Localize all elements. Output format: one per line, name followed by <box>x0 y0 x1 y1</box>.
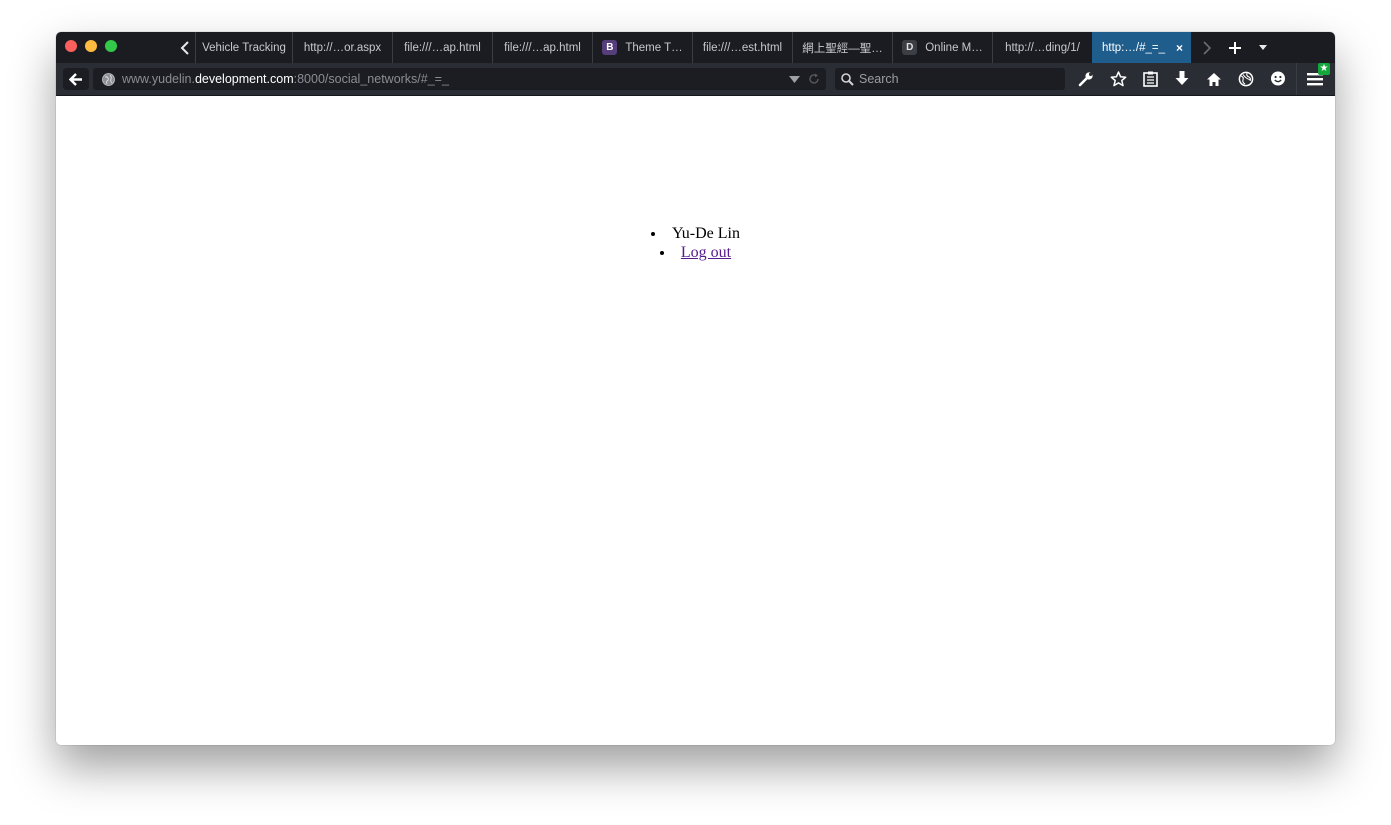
downloads-icon[interactable] <box>1166 63 1198 95</box>
navigation-toolbar: www.yudelin.development.com:8000/social_… <box>56 63 1335 96</box>
search-input[interactable] <box>859 72 1054 86</box>
logout-link[interactable]: Log out <box>681 244 731 261</box>
url-history-dropdown-icon[interactable] <box>789 75 800 83</box>
browser-window: Vehicle Tracking http://…or.aspx file://… <box>56 32 1335 745</box>
back-arrow-icon <box>69 72 82 86</box>
tab-online[interactable]: D Online M… <box>892 32 992 63</box>
bookmark-star-icon[interactable] <box>1102 63 1134 95</box>
tab-file-map-1[interactable]: file:///…ap.html <box>392 32 492 63</box>
tab-vehicle-tracking[interactable]: Vehicle Tracking <box>195 32 292 63</box>
url-host: development.com <box>194 72 294 86</box>
search-bar[interactable] <box>835 68 1065 90</box>
close-window-button[interactable] <box>65 40 77 52</box>
page-content: Yu-De Lin Log out <box>56 96 1335 745</box>
d-favicon-icon: D <box>902 40 918 55</box>
user-menu-list: Yu-De Lin Log out <box>56 224 1335 262</box>
tab-label: file:///…est.html <box>702 41 783 54</box>
username-text: Yu-De Lin <box>672 225 740 242</box>
tab-label: file:///…ap.html <box>404 41 481 54</box>
tab-list: Vehicle Tracking http://…or.aspx file://… <box>195 32 1191 63</box>
tab-list-dropdown-icon[interactable] <box>1249 32 1277 63</box>
tab-file-test[interactable]: file:///…est.html <box>692 32 792 63</box>
tab-bible[interactable]: 網上聖經—聖… <box>792 32 892 63</box>
tab-file-map-2[interactable]: file:///…ap.html <box>492 32 592 63</box>
chat-smiley-icon[interactable] <box>1262 63 1294 95</box>
address-bar[interactable]: www.yudelin.development.com:8000/social_… <box>93 68 826 90</box>
scroll-tabs-left-icon[interactable] <box>176 32 194 63</box>
tab-label: http:…/#_=_ <box>1102 41 1165 54</box>
hamburger-menu-button[interactable]: ★ <box>1296 63 1333 95</box>
tab-label: file:///…ap.html <box>504 41 581 54</box>
maximize-window-button[interactable] <box>105 40 117 52</box>
tab-active[interactable]: http:…/#_=_ × <box>1092 32 1191 63</box>
reload-icon[interactable] <box>808 73 820 85</box>
tab-theme[interactable]: B Theme T… <box>592 32 692 63</box>
scroll-tabs-right-icon[interactable] <box>1193 32 1221 63</box>
search-icon <box>841 72 854 86</box>
list-item-username: Yu-De Lin <box>56 224 1335 243</box>
tab-label: Vehicle Tracking <box>202 41 286 54</box>
pocket-globe-icon[interactable] <box>1230 63 1262 95</box>
globe-icon <box>102 72 115 86</box>
tab-label: Theme T… <box>625 41 683 54</box>
list-item-logout: Log out <box>56 243 1335 262</box>
tab-tools <box>1193 32 1277 63</box>
url-prefix: www.yudelin. <box>122 72 195 86</box>
tab-label: 網上聖經—聖… <box>802 42 883 55</box>
tab-ding[interactable]: http://…ding/1/ <box>992 32 1092 63</box>
update-star-badge-icon: ★ <box>1318 63 1330 75</box>
developer-tools-wrench-icon[interactable] <box>1070 63 1102 95</box>
bootstrap-favicon-icon: B <box>602 40 618 55</box>
tab-strip: Vehicle Tracking http://…or.aspx file://… <box>56 32 1335 63</box>
url-text: www.yudelin.development.com:8000/social_… <box>122 72 449 86</box>
tab-label: http://…ding/1/ <box>1005 41 1080 54</box>
toolbar-icons <box>1070 63 1294 95</box>
tab-aspx[interactable]: http://…or.aspx <box>292 32 392 63</box>
tab-label: Online M… <box>925 41 983 54</box>
url-suffix: :8000/social_networks/#_=_ <box>293 72 449 86</box>
close-tab-icon[interactable]: × <box>1176 41 1183 55</box>
back-button[interactable] <box>63 68 89 90</box>
new-tab-icon[interactable] <box>1221 32 1249 63</box>
home-icon[interactable] <box>1198 63 1230 95</box>
reading-list-icon[interactable] <box>1134 63 1166 95</box>
minimize-window-button[interactable] <box>85 40 97 52</box>
tab-label: http://…or.aspx <box>303 41 382 54</box>
url-actions <box>789 68 820 90</box>
